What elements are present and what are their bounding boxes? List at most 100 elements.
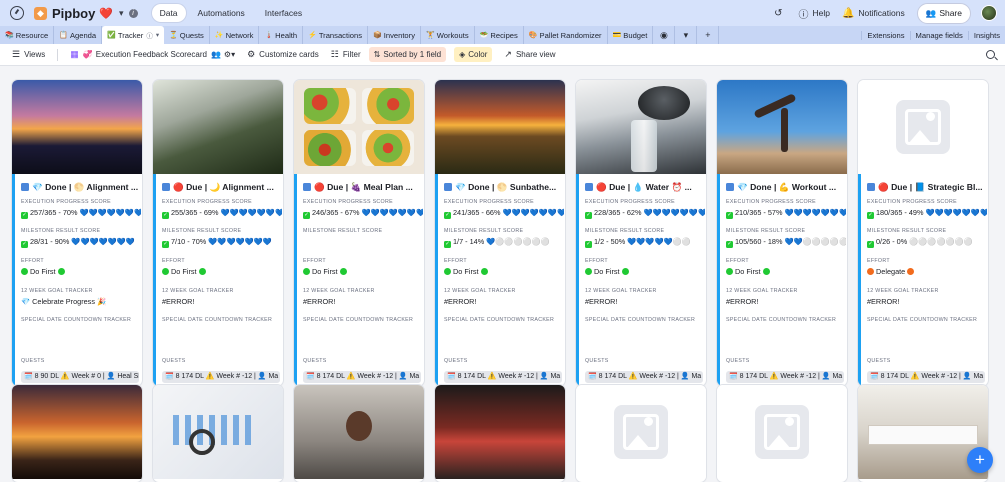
checkbox-icon: ✓ xyxy=(21,212,28,219)
avatar[interactable] xyxy=(981,5,997,21)
tab-data[interactable]: Data xyxy=(151,4,186,22)
add-table-icon[interactable]: + xyxy=(697,26,720,44)
card-body: 🔴 Due | 💧 Water ⏰ ... EXECUTION PROGRESS… xyxy=(576,174,706,386)
record-card[interactable] xyxy=(435,385,565,482)
milestone-text: 1/2 - 50% 💙💙💙💙💙⚪⚪ xyxy=(594,237,691,246)
effort-value: Do First xyxy=(726,267,846,276)
table-tab-pallet-randomizer[interactable]: 🎨 Pallet Randomizer xyxy=(524,26,608,44)
chevron-down-icon[interactable]: ▾ xyxy=(675,26,698,44)
effort-text: Delegate xyxy=(876,267,906,276)
inventory-icon: 📦 xyxy=(373,32,382,39)
quest-link[interactable]: 🗓️ 8 174 DL ⚠️ Week # -12 | 👤 Ma xyxy=(867,371,985,383)
table-tab-network[interactable]: ✨ Network xyxy=(210,26,260,44)
base-name[interactable]: Pipboy xyxy=(52,6,95,21)
all-tables-icon[interactable]: ◉ xyxy=(653,26,676,44)
card-image-placeholder xyxy=(576,385,706,479)
special-label: SPECIAL DATE COUNTDOWN TRACKER xyxy=(585,317,696,323)
card-image xyxy=(153,80,283,174)
quests-label: QUESTS xyxy=(444,358,468,364)
status-dot-icon xyxy=(162,268,169,275)
quest-link[interactable]: 🗓️ 8 174 DL ⚠️ Week # -12 | 👤 Ma xyxy=(444,371,562,383)
view-name-button[interactable]: ▦ 💞 Execution Feedback Scorecard 👥 ⚙▾ xyxy=(70,49,235,60)
meal-container xyxy=(362,130,414,166)
card-image xyxy=(294,80,424,174)
quest-link[interactable]: 🗓️ 8 90 DL ⚠️ Week # 0 | 👤 Heal Sl xyxy=(21,371,139,383)
sort-button[interactable]: ⇅ Sorted by 1 field xyxy=(368,47,447,62)
insights-button[interactable]: Insights xyxy=(967,30,1005,40)
record-card[interactable]: 🔴 Due | 💧 Water ⏰ ... EXECUTION PROGRESS… xyxy=(576,80,706,386)
exec-text: 228/365 - 62% 💙💙💙💙💙💙💙 xyxy=(594,208,705,217)
views-button[interactable]: ☰ Views xyxy=(12,49,45,60)
record-card[interactable]: 🔴 Due | 🌙 Alignment ... EXECUTION PROGRE… xyxy=(153,80,283,386)
goal-label: 12 WEEK GOAL TRACKER xyxy=(867,288,939,294)
table-tab-inventory[interactable]: 📦 Inventory xyxy=(368,26,421,44)
table-tab-tracker[interactable]: ✅ Tracker ⓘ ▾ xyxy=(102,26,165,44)
effort-label: EFFORT xyxy=(726,258,749,264)
customize-cards-button[interactable]: ⚙ Customize cards xyxy=(247,49,319,60)
record-card[interactable]: 🔴 Due | 🍇 Meal Plan ... EXECUTION PROGRE… xyxy=(294,80,424,386)
card-title: 💎 Done | 🌕 Sunbathe... xyxy=(444,182,562,193)
exec-value: ✓ 228/365 - 62% 💙💙💙💙💙💙💙 xyxy=(585,208,705,219)
table-tab-resource[interactable]: 📚 Resource xyxy=(0,26,55,44)
record-card[interactable]: 💎 Done | 🌕 Alignment ... EXECUTION PROGR… xyxy=(12,80,142,386)
tab-interfaces[interactable]: Interfaces xyxy=(257,4,310,22)
history-button[interactable]: ↺ xyxy=(774,8,786,19)
checkbox-icon: ✓ xyxy=(444,241,451,248)
record-card[interactable] xyxy=(294,385,424,482)
record-card[interactable] xyxy=(12,385,142,482)
extensions-button[interactable]: Extensions xyxy=(861,30,909,40)
share-label: Share xyxy=(939,8,962,18)
quest-link[interactable]: 🗓️ 8 174 DL ⚠️ Week # -12 | 👤 Ma xyxy=(162,371,280,383)
color-label: Color xyxy=(468,50,488,59)
budget-icon: 💳 xyxy=(612,32,622,39)
table-tab-label: Network xyxy=(225,30,254,40)
table-tab-quests[interactable]: ⏳ Quests xyxy=(164,26,210,44)
meal-container xyxy=(304,88,356,124)
quest-link[interactable]: 🗓️ 8 174 DL ⚠️ Week # -12 | 👤 Ma xyxy=(303,371,421,383)
help-button[interactable]: ⓘ Help xyxy=(798,6,829,21)
record-card[interactable]: 💎 Done | 💪 Workout ... EXECUTION PROGRES… xyxy=(717,80,847,386)
customize-label: Customize cards xyxy=(259,50,319,59)
goal-value: #ERROR! xyxy=(444,297,477,306)
share-view-button[interactable]: ↗ Share view xyxy=(504,49,555,60)
home-logo-icon[interactable] xyxy=(10,6,24,20)
collaborators-icon: 👥 xyxy=(210,50,221,59)
table-tab-workouts[interactable]: 🏋️ Workouts xyxy=(421,26,475,44)
color-button[interactable]: ◈ Color xyxy=(454,47,493,62)
table-tab-agenda[interactable]: 📋 Agenda xyxy=(54,26,103,44)
table-tab-transactions[interactable]: ⚡ Transactions xyxy=(303,26,369,44)
table-tab-budget[interactable]: 💳 Budget xyxy=(608,26,654,44)
calendar-icon xyxy=(303,183,311,191)
record-card[interactable]: 💎 Done | 🌕 Sunbathe... EXECUTION PROGRES… xyxy=(435,80,565,386)
quest-link[interactable]: 🗓️ 8 174 DL ⚠️ Week # -12 | 👤 Ma xyxy=(585,371,703,383)
record-card[interactable] xyxy=(153,385,283,482)
tab-automations[interactable]: Automations xyxy=(190,4,253,22)
chevron-down-icon[interactable]: ▾ xyxy=(119,8,124,19)
filter-button[interactable]: ☷ Filter xyxy=(331,49,361,60)
add-record-button[interactable]: + xyxy=(967,447,993,473)
special-label: SPECIAL DATE COUNTDOWN TRACKER xyxy=(21,317,132,323)
table-tab-recipes[interactable]: 🥗 Recipes xyxy=(475,26,524,44)
record-card[interactable]: 🔴 Due | 📘 Strategic Bl... EXECUTION PROG… xyxy=(858,80,988,386)
quest-link[interactable]: 🗓️ 8 174 DL ⚠️ Week # -12 | 👤 Ma xyxy=(726,371,844,383)
milestone-value: ✓ 7/10 - 70% 💙💙💙💙💙💙💙 xyxy=(162,237,282,248)
gallery: 💎 Done | 🌕 Alignment ... EXECUTION PROGR… xyxy=(0,66,1005,482)
checkbox-icon: ✓ xyxy=(162,241,169,248)
search-icon[interactable] xyxy=(986,50,995,59)
recipes-icon: 🥗 xyxy=(479,32,489,39)
info-icon[interactable]: ⓘ xyxy=(146,30,153,40)
effort-value: Do First xyxy=(21,267,141,276)
effort-text: Do First xyxy=(735,267,761,276)
record-card[interactable] xyxy=(717,385,847,482)
yoga-figure xyxy=(781,108,788,152)
table-tab-health[interactable]: 🌡️ Health xyxy=(259,26,304,44)
chevron-down-icon[interactable]: ▾ xyxy=(156,31,159,39)
share-button[interactable]: 👥 Share xyxy=(916,2,971,24)
effort-label: EFFORT xyxy=(585,258,608,264)
goal-label: 12 WEEK GOAL TRACKER xyxy=(585,288,657,294)
notifications-button[interactable]: 🔔 Notifications xyxy=(842,8,905,19)
manage-fields-button[interactable]: Manage fields xyxy=(909,30,968,40)
info-icon[interactable]: i xyxy=(128,8,138,18)
record-card[interactable] xyxy=(576,385,706,482)
milestone-text: 1/7 - 14% 💙⚪⚪⚪⚪⚪⚪ xyxy=(453,237,550,246)
